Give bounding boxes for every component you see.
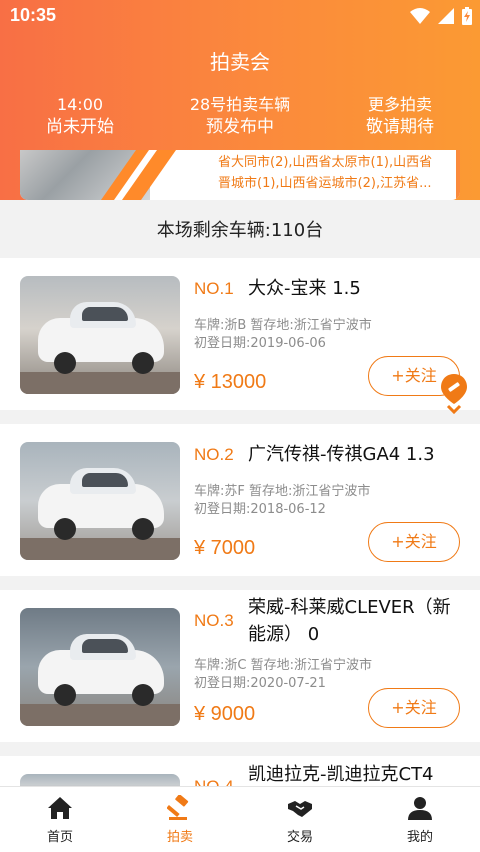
gavel-icon bbox=[167, 795, 189, 820]
nav-auction-label: 拍卖 bbox=[166, 830, 193, 845]
plate-location: 车牌:浙B 暂存地:浙江省宁波市 bbox=[194, 318, 372, 333]
vehicle-card[interactable]: NO.2 广汽传祺-传祺GA4 1.3 车牌:苏F 暂存地:浙江省宁波市 初登日… bbox=[0, 424, 480, 576]
nav-trade[interactable]: 交易 bbox=[240, 787, 360, 852]
vehicle-price: ¥ 9000 bbox=[194, 703, 256, 725]
banner-line-2: 晋城市(1),山西省运城市(2),江苏省... bbox=[218, 176, 432, 191]
status-bar: 10:35 bbox=[0, 0, 480, 32]
nav-auction[interactable]: 拍卖 bbox=[120, 787, 240, 852]
handshake-icon bbox=[288, 801, 312, 817]
nav-profile-label: 我的 bbox=[406, 830, 433, 845]
vehicle-name: 荣威-科莱威CLEVER（新能源） 0 bbox=[248, 597, 451, 645]
vehicle-card[interactable]: NO.3 荣威-科莱威CLEVER（新能源） 0 车牌:浙C 暂存地:浙江省宁波… bbox=[0, 590, 480, 742]
auction-header: 10:35 拍卖会 14:00 尚未开始 28号拍卖车辆 预发布中 更多拍卖 敬… bbox=[0, 0, 480, 200]
banner-edge bbox=[456, 150, 460, 200]
nav-profile[interactable]: 我的 bbox=[360, 787, 480, 852]
upcoming-vehicles-title: 28号拍卖车辆 bbox=[189, 95, 291, 114]
remaining-vehicles: 本场剩余车辆:110台 bbox=[156, 220, 324, 241]
vehicle-price: ¥ 13000 bbox=[194, 371, 267, 393]
status-icons bbox=[410, 7, 472, 25]
follow-button[interactable]: +关注 bbox=[368, 688, 460, 728]
vehicle-image bbox=[20, 276, 180, 394]
follow-button[interactable]: +关注 bbox=[368, 522, 460, 562]
location-pin-icon[interactable] bbox=[440, 374, 468, 414]
battery-icon bbox=[462, 7, 472, 25]
home-icon bbox=[48, 797, 72, 819]
nav-trade-label: 交易 bbox=[286, 830, 313, 845]
wifi-icon bbox=[410, 8, 430, 24]
more-auctions-status: 敬请期待 bbox=[366, 117, 434, 137]
bottom-navigation: 首页 拍卖 交易 我的 bbox=[0, 786, 480, 852]
nav-home[interactable]: 首页 bbox=[0, 787, 120, 852]
more-auctions-info[interactable]: 更多拍卖 敬请期待 bbox=[325, 93, 475, 139]
location-banner[interactable]: 省大同市(2),山西省太原市(1),山西省 晋城市(1),山西省运城市(2),江… bbox=[20, 150, 460, 200]
session-time-info: 14:00 尚未开始 bbox=[5, 93, 155, 139]
vehicle-image bbox=[20, 608, 180, 726]
session-status: 尚未开始 bbox=[46, 117, 114, 137]
status-time: 10:35 bbox=[10, 5, 57, 25]
vehicle-price: ¥ 7000 bbox=[194, 537, 256, 559]
registration-date: 初登日期:2019-06-06 bbox=[194, 336, 326, 351]
upcoming-vehicles-status: 预发布中 bbox=[206, 117, 274, 137]
upcoming-vehicles-info[interactable]: 28号拍卖车辆 预发布中 bbox=[165, 93, 315, 139]
banner-line-1: 省大同市(2),山西省太原市(1),山西省 bbox=[218, 155, 433, 170]
registration-date: 初登日期:2018-06-12 bbox=[194, 502, 326, 517]
banner-location-text: 省大同市(2),山西省太原市(1),山西省 晋城市(1),山西省运城市(2),江… bbox=[218, 152, 454, 194]
signal-icon bbox=[438, 8, 454, 24]
session-time: 14:00 bbox=[56, 95, 104, 114]
registration-date: 初登日期:2020-07-21 bbox=[194, 676, 326, 691]
page-title: 拍卖会 bbox=[210, 50, 270, 74]
lot-number: NO.3 bbox=[194, 611, 234, 630]
more-auctions-title: 更多拍卖 bbox=[367, 95, 432, 114]
vehicle-card[interactable]: NO.1 大众-宝来 1.5 车牌:浙B 暂存地:浙江省宁波市 初登日期:201… bbox=[0, 258, 480, 410]
vehicle-name: 凯迪拉克-凯迪拉克CT4 bbox=[248, 764, 434, 785]
vehicle-name: 广汽传祺-传祺GA4 1.3 bbox=[248, 444, 435, 465]
lot-number: NO.1 bbox=[194, 279, 234, 298]
plate-location: 车牌:苏F 暂存地:浙江省宁波市 bbox=[194, 484, 371, 499]
nav-home-label: 首页 bbox=[46, 830, 73, 845]
vehicle-image bbox=[20, 442, 180, 560]
plate-location: 车牌:浙C 暂存地:浙江省宁波市 bbox=[194, 658, 372, 673]
user-icon bbox=[408, 797, 432, 820]
lot-number: NO.2 bbox=[194, 445, 234, 464]
vehicle-name: 大众-宝来 1.5 bbox=[248, 278, 361, 299]
